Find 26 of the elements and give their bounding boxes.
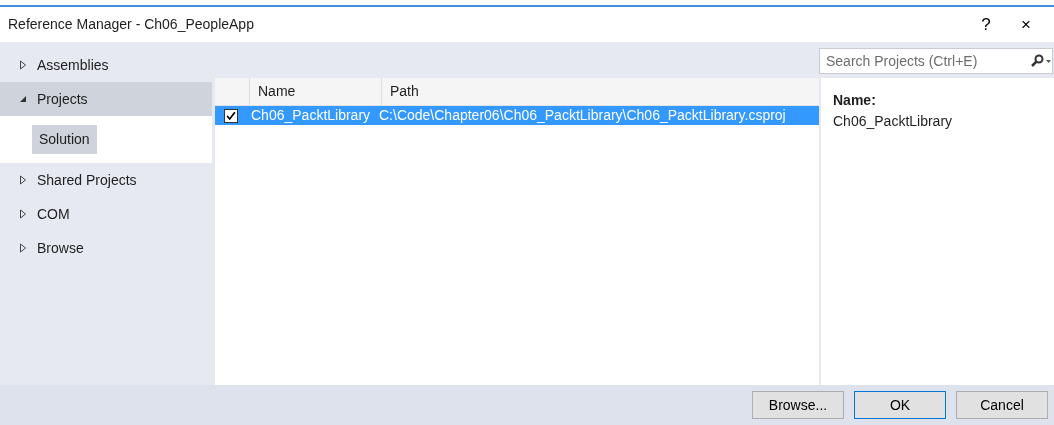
dialog-button[interactable]: Browse... <box>752 391 844 419</box>
column-header[interactable]: Path <box>381 78 427 105</box>
sidebar-item[interactable]: COM <box>0 197 212 231</box>
sidebar-item[interactable]: Assemblies <box>0 48 212 82</box>
close-button[interactable]: × <box>1006 11 1046 38</box>
detail-label: Name: <box>833 91 877 110</box>
dialog-button[interactable]: Cancel <box>956 391 1048 419</box>
dialog-button[interactable]: OK <box>854 391 946 419</box>
expand-triangle-icon <box>18 209 28 219</box>
search-field[interactable]: Search Projects (Ctrl+E) <box>819 48 1053 74</box>
table-cell-text: Ch06_PacktLibrary <box>250 106 372 125</box>
help-button[interactable]: ? <box>966 11 1006 38</box>
expand-triangle-icon <box>18 60 28 70</box>
sidebar-item[interactable]: Browse <box>0 231 212 265</box>
detail-value: Ch06_PacktLibrary <box>833 112 954 131</box>
window-title: Reference Manager - Ch06_PeopleApp <box>8 15 254 34</box>
collapse-triangle-icon <box>18 94 28 104</box>
column-header[interactable]: Name <box>249 78 381 105</box>
table-cell-text: C:\Code\Chapter06\Ch06_PacktLibrary\Ch06_PacktLibrary.csproj <box>379 106 786 125</box>
sidebar-item[interactable]: Projects <box>0 82 212 116</box>
sidebar-subitem[interactable]: Solution <box>32 125 97 154</box>
sidebar-item[interactable]: Shared Projects <box>0 163 212 197</box>
expand-triangle-icon <box>18 175 28 185</box>
search-icon <box>1030 54 1052 68</box>
checkbox[interactable] <box>224 108 238 123</box>
expand-triangle-icon <box>18 243 28 253</box>
